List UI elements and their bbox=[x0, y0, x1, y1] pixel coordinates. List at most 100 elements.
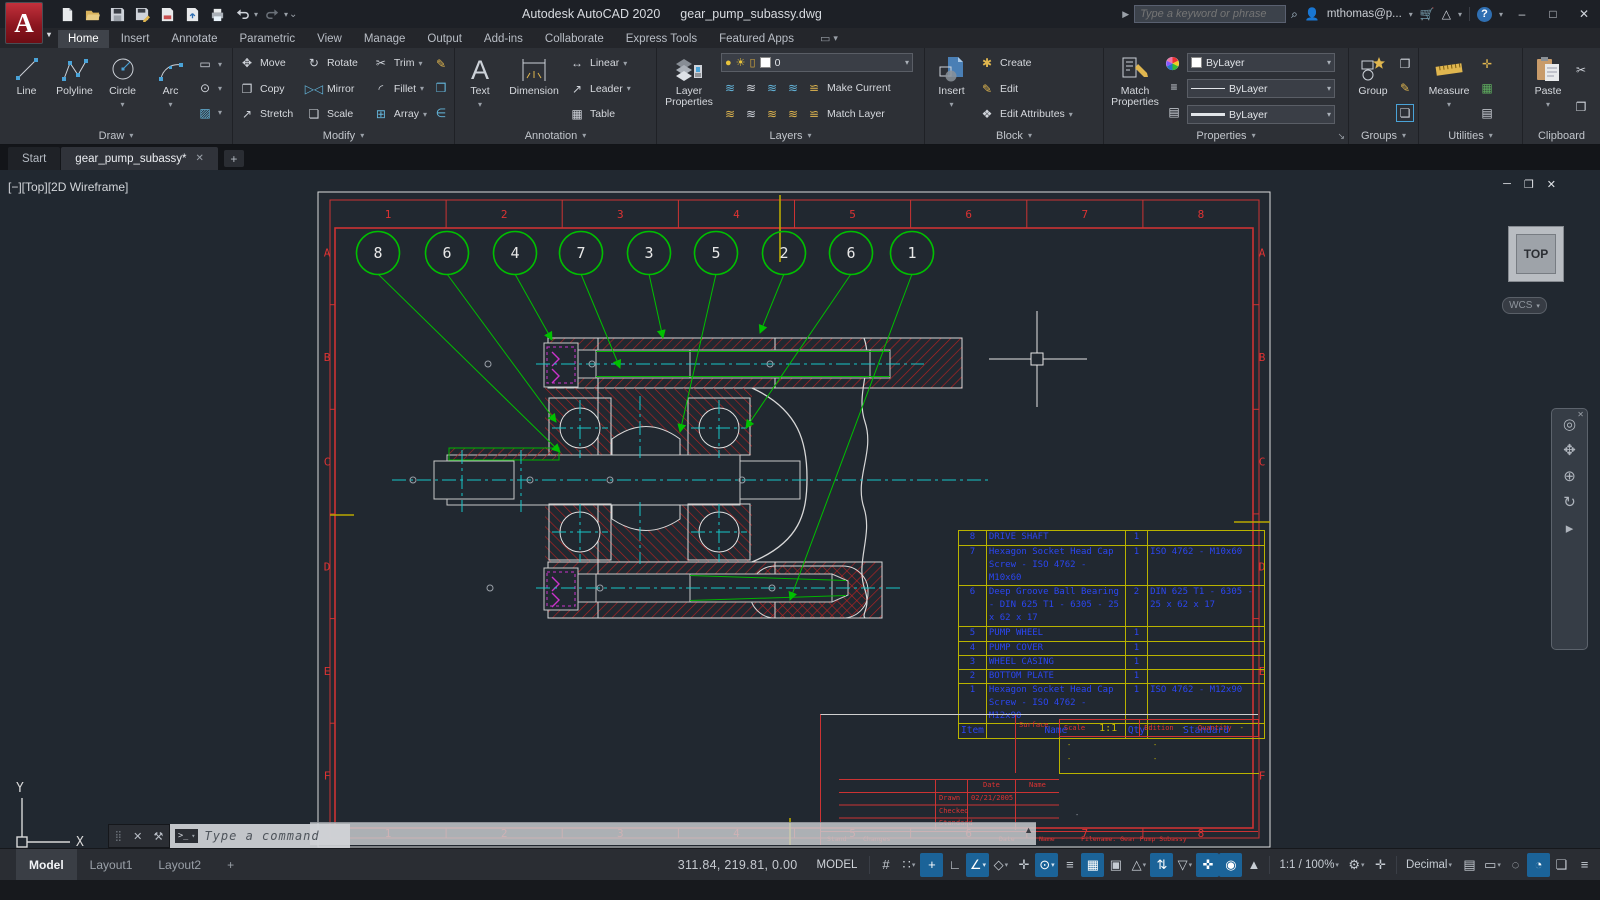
viewport-minimize-icon[interactable]: ─ bbox=[1503, 178, 1511, 191]
group-selection-toggle-icon[interactable]: ❏ bbox=[1396, 104, 1414, 122]
ellipse-button[interactable]: ⊙▾ bbox=[196, 78, 222, 98]
annotation-scale-button[interactable]: 1:1 / 100%▾ bbox=[1274, 853, 1344, 877]
quick-properties-toggle[interactable]: ▤ bbox=[1458, 853, 1481, 877]
user-name[interactable]: mthomas@p... bbox=[1327, 8, 1402, 20]
panel-label-layers[interactable]: Layers▾ bbox=[657, 127, 924, 144]
create-block-button[interactable]: ✱Create bbox=[978, 53, 1094, 73]
measure-button[interactable]: Measure▾ bbox=[1422, 50, 1476, 127]
layer-combo-caret-icon[interactable]: ▾ bbox=[905, 58, 909, 67]
3d-object-snap-toggle[interactable]: △▾ bbox=[1127, 853, 1150, 877]
graphics-performance-toggle[interactable]: ◔ bbox=[1527, 853, 1550, 877]
layer-on2-icon[interactable]: ≋ bbox=[721, 105, 739, 123]
object-color-combo[interactable]: ByLayer ▾ bbox=[1187, 53, 1335, 72]
viewport-restore-icon[interactable]: ❐ bbox=[1524, 178, 1534, 191]
hatch-button[interactable]: ▨▾ bbox=[196, 103, 222, 123]
match-layer-button[interactable]: ≌ Match Layer bbox=[805, 104, 885, 124]
command-close-icon[interactable]: ✕ bbox=[133, 830, 142, 843]
ortho-mode-toggle[interactable]: ∟ bbox=[943, 853, 966, 877]
leader-button[interactable]: ↗Leader▾ bbox=[568, 79, 642, 99]
layer-unlock-icon[interactable]: ≋ bbox=[784, 105, 802, 123]
search-expand-icon[interactable]: ▶ bbox=[1122, 9, 1129, 20]
file-tab-drawing[interactable]: gear_pump_subassy* ✕ bbox=[61, 147, 218, 170]
insert-button[interactable]: Insert▾ bbox=[928, 50, 975, 127]
layer-freeze-icon[interactable]: ≋ bbox=[763, 79, 781, 97]
array-button[interactable]: ⊞Array▾ bbox=[372, 104, 428, 124]
scale-button[interactable]: ❏Scale bbox=[305, 104, 367, 124]
layer-isolate-icon[interactable]: ≋ bbox=[742, 79, 760, 97]
ribbon-tab-collaborate[interactable]: Collaborate bbox=[535, 30, 614, 48]
ribbon-tab-featured-apps[interactable]: Featured Apps bbox=[709, 30, 804, 48]
autodesk-account-icon[interactable]: △ bbox=[1442, 7, 1451, 21]
undo-button-caret-icon[interactable]: ▾ bbox=[254, 10, 258, 19]
lineweight-combo[interactable]: ByLayer ▾ bbox=[1187, 105, 1335, 124]
app-store-cart-icon[interactable]: 🛒 bbox=[1420, 7, 1435, 21]
dynamic-ucs-toggle[interactable]: ⇅ bbox=[1150, 853, 1173, 877]
stretch-button[interactable]: ↗Stretch bbox=[238, 104, 300, 124]
command-placeholder[interactable]: Type a command bbox=[204, 829, 319, 843]
ribbon-tab-add-ins[interactable]: Add-ins bbox=[474, 30, 533, 48]
command-grip-icon[interactable]: ⣿ bbox=[115, 831, 122, 842]
circle-button[interactable]: Circle ▾ bbox=[99, 50, 146, 127]
annotation-monitor-button[interactable]: ✛ bbox=[1369, 853, 1392, 877]
show-motion-icon[interactable]: ▸ bbox=[1566, 521, 1574, 536]
move-button[interactable]: ✥Move bbox=[238, 53, 300, 73]
arc-button[interactable]: Arc ▾ bbox=[147, 50, 194, 127]
navbar-close-icon[interactable]: ✕ bbox=[1577, 410, 1584, 419]
account-caret-icon[interactable]: ▾ bbox=[1458, 10, 1462, 19]
id-point-icon[interactable]: ▤ bbox=[1478, 104, 1496, 122]
full-navigation-wheel-icon[interactable]: ◎ bbox=[1563, 417, 1576, 432]
file-tab-close-icon[interactable]: ✕ bbox=[196, 153, 204, 164]
quick-select-icon[interactable]: ✛ bbox=[1478, 55, 1496, 73]
customize-qat-icon[interactable]: ⌄ bbox=[289, 9, 297, 20]
redo-button-caret-icon[interactable]: ▾ bbox=[284, 10, 288, 19]
file-tab-start[interactable]: Start bbox=[8, 147, 60, 170]
cut-clip-icon[interactable]: ✂ bbox=[1572, 61, 1590, 79]
maximize-button[interactable]: □ bbox=[1541, 7, 1565, 21]
autoscale-toggle[interactable]: ▲ bbox=[1242, 853, 1265, 877]
mirror-button[interactable]: ▷◁Mirror bbox=[305, 79, 367, 99]
model-space-button[interactable]: MODEL bbox=[809, 859, 866, 871]
ungroup-icon[interactable]: ❐ bbox=[1396, 55, 1414, 73]
make-current-button[interactable]: ≌ Make Current bbox=[805, 78, 891, 98]
rectangle-button[interactable]: ▭▾ bbox=[196, 54, 222, 74]
clean-screen-toggle[interactable]: ❏ bbox=[1550, 853, 1573, 877]
ribbon-tab-insert[interactable]: Insert bbox=[111, 30, 160, 48]
edit-attributes-button[interactable]: ❖Edit Attributes▾ bbox=[978, 104, 1094, 124]
offset-button[interactable]: ∈ bbox=[432, 103, 450, 123]
viewcube-top-face[interactable]: TOP bbox=[1516, 234, 1556, 274]
lineweight-toggle[interactable]: ≡ bbox=[1058, 853, 1081, 877]
linear-button[interactable]: ↔Linear▾ bbox=[568, 53, 642, 73]
layer-thaw-icon[interactable]: ≋ bbox=[763, 105, 781, 123]
ribbon-display-toggle[interactable]: ▭▾ bbox=[814, 29, 844, 48]
scrollbar-arrow-icon[interactable]: ▲ bbox=[1024, 825, 1033, 835]
panel-label-clipboard[interactable]: Clipboard bbox=[1523, 127, 1600, 144]
customize-toggle[interactable]: ≡ bbox=[1573, 853, 1596, 877]
ribbon-tab-express-tools[interactable]: Express Tools bbox=[616, 30, 707, 48]
plot-button[interactable] bbox=[206, 4, 228, 24]
polyline-button[interactable]: Polyline bbox=[51, 50, 98, 127]
search-binoculars-icon[interactable]: ⌕ bbox=[1291, 7, 1298, 22]
batch-plot-button[interactable] bbox=[156, 4, 178, 24]
new-file-button[interactable] bbox=[56, 4, 78, 24]
layout-tab-layout1[interactable]: Layout1 bbox=[77, 849, 146, 880]
layer-select-combo[interactable]: ● ☀ ▯ 0 ▾ bbox=[721, 53, 913, 72]
arc-caret-icon[interactable]: ▾ bbox=[168, 99, 172, 110]
dimension-button[interactable]: Dimension bbox=[503, 50, 565, 127]
lock-ui-toggle[interactable]: ▭▾ bbox=[1481, 853, 1504, 877]
layout-tab-layout2[interactable]: Layout2 bbox=[145, 849, 214, 880]
trim-button[interactable]: ✂Trim▾ bbox=[372, 53, 428, 73]
group-button[interactable]: Group bbox=[1352, 50, 1394, 127]
grid-display-toggle[interactable]: # bbox=[874, 853, 897, 877]
object-snap-tracking-toggle[interactable]: ✛ bbox=[1012, 853, 1035, 877]
fillet-button[interactable]: ◜Fillet▾ bbox=[372, 79, 428, 99]
save-as-button[interactable] bbox=[131, 4, 153, 24]
viewport-close-icon[interactable]: ✕ bbox=[1547, 178, 1556, 191]
table-button[interactable]: ▦Table bbox=[568, 104, 642, 124]
search-input[interactable] bbox=[1134, 5, 1286, 23]
object-snap-toggle[interactable]: ⊙▾ bbox=[1035, 853, 1058, 877]
save-button[interactable] bbox=[106, 4, 128, 24]
text-button[interactable]: A Text▾ bbox=[458, 50, 502, 127]
quick-calculator-icon[interactable]: ▦ bbox=[1478, 79, 1496, 97]
command-input-area[interactable]: >_▾ Type a command bbox=[170, 824, 350, 848]
layout-tab-model[interactable]: Model bbox=[16, 849, 77, 880]
